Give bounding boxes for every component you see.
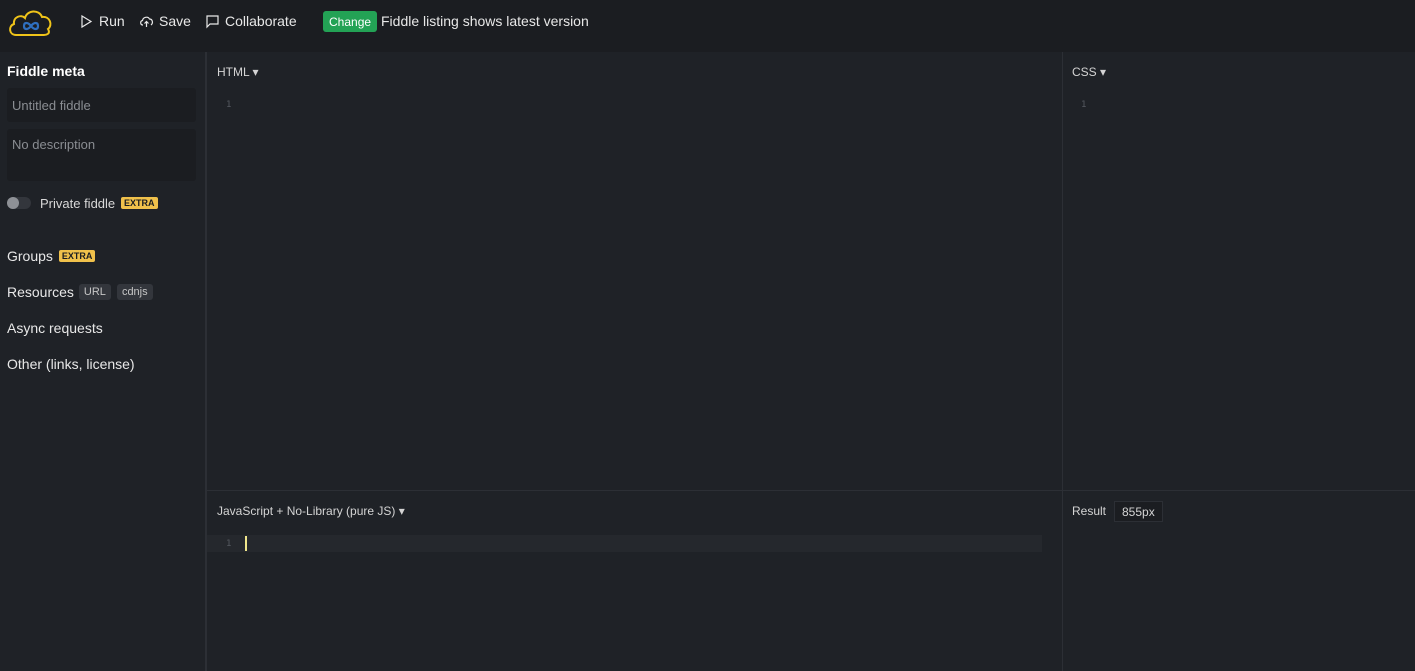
- change-button[interactable]: Change: [323, 11, 378, 32]
- fiddle-meta-title: Fiddle meta: [7, 63, 85, 79]
- other-label: Other (links, license): [7, 356, 135, 372]
- async-requests-label: Async requests: [7, 320, 103, 336]
- jsfiddle-logo-icon[interactable]: [6, 5, 54, 39]
- sidebar-item-resources[interactable]: Resources URL cdnjs: [7, 284, 153, 300]
- sidebar-item-groups[interactable]: Groups EXTRA: [7, 248, 96, 264]
- cdnjs-tag[interactable]: cdnjs: [116, 284, 153, 300]
- private-fiddle-toggle[interactable]: [7, 197, 31, 209]
- result-width-badge: 855px: [1114, 501, 1163, 522]
- js-line-number: 1: [226, 539, 232, 549]
- chat-bubble-icon: [206, 14, 219, 28]
- run-label: Run: [99, 13, 125, 29]
- cloud-upload-icon: [140, 16, 154, 27]
- private-fiddle-label: Private fiddle: [40, 196, 116, 211]
- result-pane-label: Result: [1072, 504, 1107, 518]
- horizontal-pane-divider[interactable]: [207, 490, 1415, 491]
- run-button[interactable]: Run: [79, 13, 125, 29]
- html-editor[interactable]: [240, 95, 1055, 485]
- collaborate-label: Collaborate: [225, 13, 297, 29]
- save-label: Save: [159, 13, 191, 29]
- fiddle-description-input[interactable]: No description: [7, 129, 196, 181]
- sidebar: Fiddle meta Untitled fiddle No descripti…: [0, 52, 206, 671]
- extra-badge: EXTRA: [121, 197, 158, 209]
- top-toolbar: Run Save Collaborate Change Fiddle listi…: [0, 0, 1415, 52]
- sidebar-item-other[interactable]: Other (links, license): [7, 356, 135, 372]
- play-icon: [81, 14, 93, 28]
- text-cursor: [245, 536, 247, 551]
- js-active-line[interactable]: [207, 535, 1042, 552]
- js-pane-label[interactable]: JavaScript + No-Library (pure JS) ▾: [217, 504, 405, 518]
- url-tag[interactable]: URL: [78, 284, 111, 300]
- extra-badge: EXTRA: [58, 250, 96, 262]
- sidebar-item-async-requests[interactable]: Async requests: [7, 320, 103, 336]
- resources-label: Resources: [7, 284, 74, 300]
- css-line-number: 1: [1081, 100, 1087, 110]
- css-editor[interactable]: [1095, 95, 1410, 485]
- html-line-number: 1: [226, 100, 232, 110]
- vertical-pane-divider[interactable]: [1062, 52, 1063, 671]
- change-message: Fiddle listing shows latest version: [381, 13, 589, 29]
- save-button[interactable]: Save: [139, 13, 191, 29]
- css-pane-label[interactable]: CSS ▾: [1072, 65, 1106, 79]
- fiddle-title-input[interactable]: Untitled fiddle: [7, 88, 196, 122]
- html-pane-label[interactable]: HTML ▾: [217, 65, 259, 79]
- groups-label: Groups: [7, 248, 53, 264]
- collaborate-button[interactable]: Collaborate: [205, 13, 297, 29]
- sidebar-divider[interactable]: [206, 52, 207, 671]
